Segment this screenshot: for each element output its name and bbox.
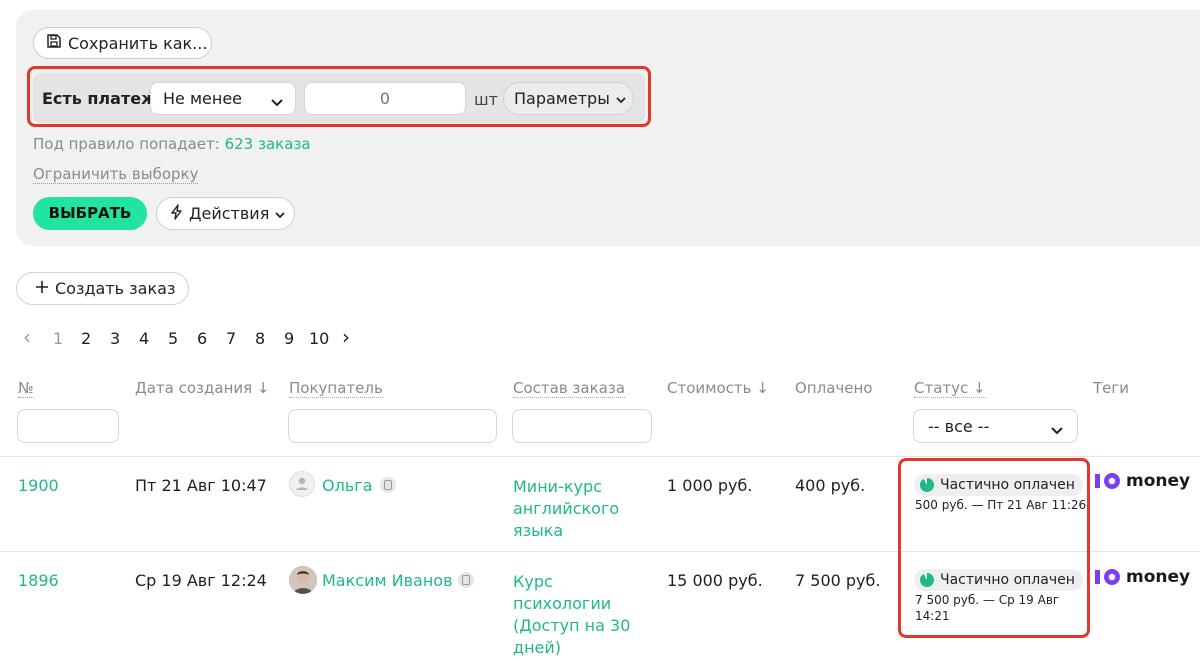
order-id-link[interactable]: 1896 [18,571,59,590]
yoomoney-tag: money [1094,567,1190,587]
composition-line: Мини-курс [513,477,602,496]
actions-dropdown[interactable]: Действия [156,197,295,230]
buyer-avatar [289,471,315,497]
composition-line: языка [513,521,564,540]
operator-value: Не менее [163,89,243,108]
number-filter-input[interactable] [17,409,119,443]
column-tags: Теги [1093,379,1130,397]
status-filter-select[interactable]: -- все -- [913,409,1078,443]
composition-link[interactable]: Курс психологии (Доступ на 30 дней) [513,571,630,659]
chevron-down-icon [275,204,285,223]
chevron-down-icon [616,89,626,108]
composition-link[interactable]: Мини-курс английского языка [513,476,619,542]
composition-line: Курс [513,572,553,591]
prev-page-chevron-icon[interactable]: ‹ [23,325,31,349]
match-info: Под правило попадает: 623 заказа [33,135,311,153]
status-filter-value: -- все -- [928,417,990,436]
composition-line: дней) [513,638,562,657]
buyer-avatar [289,566,317,594]
next-page-chevron-icon[interactable]: › [342,325,350,349]
floppy-disk-icon [46,33,62,53]
page-3[interactable]: 3 [110,329,120,348]
lightning-icon [171,203,183,224]
database-icon [380,477,396,493]
order-paid: 400 руб. [795,476,866,495]
composition-filter-input[interactable] [512,409,652,443]
composition-line: английского [513,499,620,518]
unit-label: шт [474,90,498,109]
select-button[interactable]: ВЫБРАТЬ [33,197,147,230]
buyer-name-link[interactable]: Максим Иванов [322,571,453,590]
match-prefix: Под правило попадает: [33,135,220,153]
match-count-link[interactable]: 623 заказа [225,135,311,153]
page-1: 1 [53,329,64,348]
column-status[interactable]: Статус ↓ [914,379,986,398]
page-7[interactable]: 7 [226,329,236,348]
actions-label: Действия [189,204,270,223]
rule-label: Есть платеж [42,89,157,108]
order-cost: 1 000 руб. [667,476,753,495]
column-paid: Оплачено [795,379,873,397]
create-order-label: Создать заказ [55,279,176,298]
save-as-label: Сохранить как... [68,33,208,53]
buyer-name-link[interactable]: Ольга [322,476,372,495]
page-8[interactable]: 8 [255,329,265,348]
operator-select[interactable]: Не менее [150,82,296,115]
page-6[interactable]: 6 [197,329,207,348]
row-divider [0,456,1200,457]
composition-line: психологии [513,594,612,613]
parameters-dropdown[interactable]: Параметры [503,82,634,115]
yoomoney-logo-icon [1095,569,1120,585]
column-created[interactable]: Дата создания ↓ [135,379,270,397]
plus-icon [35,279,49,298]
page-5[interactable]: 5 [168,329,178,348]
order-date: Ср 19 Авг 12:24 [135,571,267,590]
database-icon [458,572,474,588]
yoomoney-logo-icon [1095,473,1120,489]
chevron-down-icon [1051,421,1063,440]
amount-input[interactable] [304,82,466,115]
parameters-label: Параметры [514,89,610,108]
user-photo-icon [289,566,317,594]
status-highlight-frame [898,458,1090,638]
column-number[interactable]: № [18,379,34,398]
order-cost: 15 000 руб. [667,571,763,590]
column-buyer[interactable]: Покупатель [289,379,383,398]
composition-line: (Доступ на 30 [513,616,631,635]
page-2[interactable]: 2 [81,329,91,348]
save-as-button[interactable]: Сохранить как... [33,27,212,59]
order-paid: 7 500 руб. [795,571,881,590]
chevron-down-icon [271,93,283,112]
column-composition[interactable]: Состав заказа [513,379,626,398]
tag-label: money [1126,567,1191,587]
user-icon [296,477,308,490]
page-10[interactable]: 10 [309,329,329,348]
limit-selection-link[interactable]: Ограничить выборку [33,165,199,184]
page-9[interactable]: 9 [284,329,294,348]
create-order-button[interactable]: Создать заказ [16,272,189,305]
order-date: Пт 21 Авг 10:47 [135,476,267,495]
page-4[interactable]: 4 [139,329,149,348]
column-cost[interactable]: Стоимость ↓ [667,379,769,397]
yoomoney-tag: money [1094,471,1190,491]
buyer-filter-input[interactable] [288,409,497,443]
order-id-link[interactable]: 1900 [18,476,59,495]
tag-label: money [1126,471,1191,491]
